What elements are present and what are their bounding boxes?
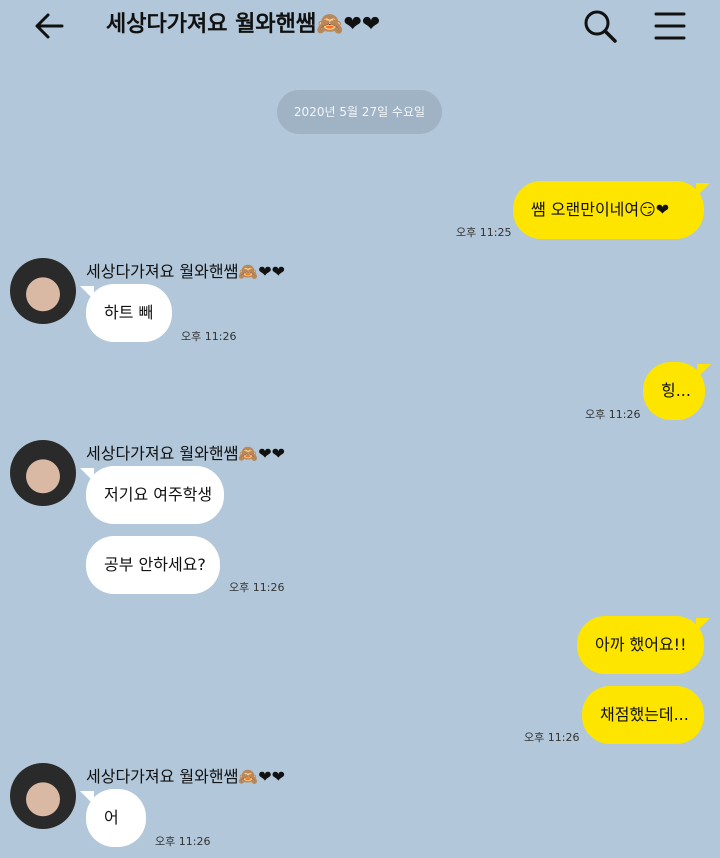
message-time: 오후 11:25 [456,226,512,239]
my-message-bubble[interactable]: 쌤 오랜만이네여😏❤ [513,181,710,239]
date-divider: 2020년 5월 27일 수요일 [277,90,442,134]
avatar[interactable] [10,258,76,324]
avatar[interactable] [10,440,76,506]
my-message-bubble[interactable]: 채점했는데... [582,686,704,744]
chat-title-emoji: 🙈❤❤ [316,12,381,37]
their-message-bubble[interactable]: 어 [80,789,146,847]
message-time: 오후 11:26 [155,835,211,848]
message-time: 오후 11:26 [524,731,580,744]
avatar[interactable] [10,763,76,829]
message-time: 오후 11:26 [585,408,641,421]
sender-name: 세상다가져요 월와핸쌤🙈❤❤ [86,262,286,281]
menu-icon[interactable] [650,6,690,46]
chat-title-text: 세상다가져요 월와핸쌤 [106,12,317,37]
search-icon[interactable] [580,6,620,46]
sender-name: 세상다가져요 월와핸쌤🙈❤❤ [86,444,286,463]
my-message-bubble[interactable]: 힝... [643,362,711,420]
message-time: 오후 11:26 [181,330,237,343]
my-message-bubble[interactable]: 아까 했어요!! [577,616,710,674]
sender-name: 세상다가져요 월와핸쌤🙈❤❤ [86,767,286,786]
message-time: 오후 11:26 [229,581,285,594]
their-message-bubble[interactable]: 공부 안하세요? [86,536,220,594]
their-message-bubble[interactable]: 하트 빼 [80,284,172,342]
their-message-bubble[interactable]: 저기요 여주학생 [80,466,224,524]
chat-title: 세상다가져요 월와핸쌤🙈❤❤ [106,8,380,42]
back-arrow-icon[interactable] [32,8,68,44]
chat-header: 세상다가져요 월와핸쌤🙈❤❤ [0,0,720,52]
